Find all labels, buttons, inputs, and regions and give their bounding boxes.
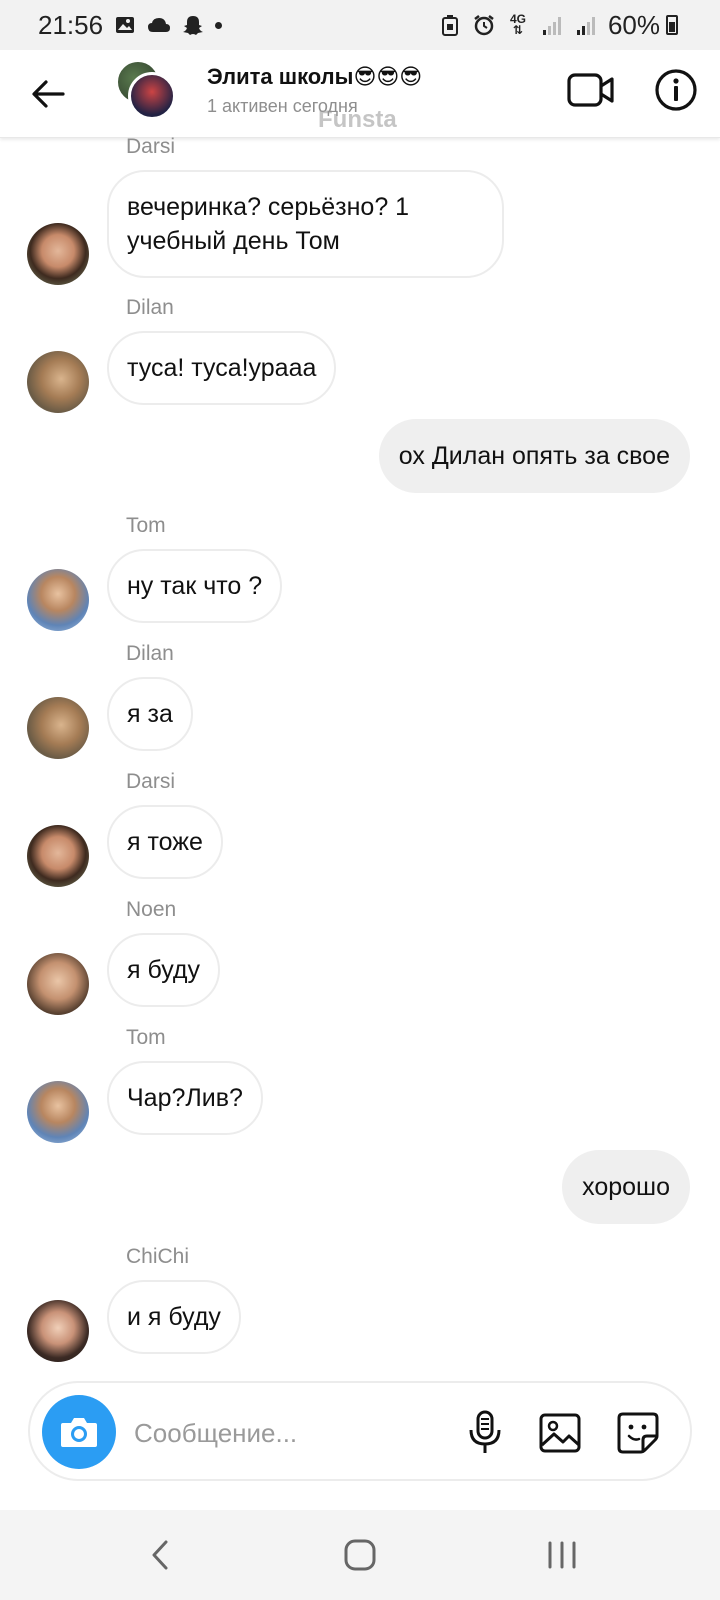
voice-message-button[interactable] xyxy=(460,1407,510,1459)
lock-battery-icon xyxy=(438,13,462,37)
battery-percent: 60% xyxy=(607,9,660,40)
video-camera-icon xyxy=(567,73,614,107)
incoming-message[interactable]: туса! туса!урааа xyxy=(107,331,337,405)
message-sender: Darsi xyxy=(126,770,176,793)
avatar[interactable] xyxy=(27,697,89,759)
avatar[interactable] xyxy=(27,351,89,413)
nav-home-button[interactable] xyxy=(330,1530,390,1580)
incoming-message[interactable]: вечеринка? серьёзно? 1 учебный день Том xyxy=(107,170,504,278)
battery-indicator: 60% xyxy=(608,10,678,41)
avatar[interactable] xyxy=(27,1300,89,1362)
avatar[interactable] xyxy=(27,953,89,1015)
status-bar-left: 21:56 xyxy=(38,9,223,41)
data-arrows-icon: ⇅ xyxy=(512,23,523,37)
outgoing-message[interactable]: хорошо xyxy=(562,1150,690,1224)
status-time: 21:56 xyxy=(38,9,104,40)
microphone-icon xyxy=(469,1410,501,1453)
message-sender: Darsi xyxy=(126,135,176,158)
chat-header: Элита школы😎😎😎 1 активен сегодня Funsta xyxy=(0,50,720,138)
video-call-button[interactable] xyxy=(566,68,616,112)
message-sender: Dilan xyxy=(126,642,174,665)
group-avatar[interactable] xyxy=(116,60,178,122)
image-icon xyxy=(539,1413,581,1453)
alarm-icon xyxy=(472,13,496,37)
incoming-message[interactable]: я буду xyxy=(107,933,221,1007)
signal-strength-icon-2 xyxy=(574,13,598,37)
info-icon xyxy=(655,69,697,111)
arrow-left-icon xyxy=(32,80,65,108)
avatar[interactable] xyxy=(27,223,89,285)
info-button[interactable] xyxy=(652,66,700,114)
chevron-left-icon xyxy=(152,1540,168,1570)
battery-icon xyxy=(666,15,678,35)
avatar[interactable] xyxy=(27,569,89,631)
message-composer xyxy=(28,1381,692,1481)
snapchat-icon xyxy=(181,13,205,37)
outgoing-message[interactable]: ох Дилан опять за свое xyxy=(378,419,690,493)
incoming-message[interactable]: Чар?Лив? xyxy=(107,1061,263,1135)
status-bar-right: 4G ⇅ 60% xyxy=(438,10,678,41)
group-title[interactable]: Элита школы😎😎😎 xyxy=(207,64,422,90)
message-sender: Tom xyxy=(126,514,166,537)
group-avatar-front xyxy=(128,72,176,120)
gallery-button[interactable] xyxy=(534,1407,586,1459)
system-navigation-bar xyxy=(0,1510,720,1600)
back-button[interactable] xyxy=(26,72,70,116)
incoming-message[interactable]: и я буду xyxy=(107,1280,241,1354)
gallery-notification-icon xyxy=(113,13,137,37)
more-notifications-dot xyxy=(215,21,223,29)
message-sender: Tom xyxy=(126,1026,166,1049)
recents-icon xyxy=(548,1541,576,1569)
network-type-icon: 4G ⇅ xyxy=(506,13,530,37)
message-input[interactable] xyxy=(134,1411,444,1455)
cloud-icon xyxy=(147,13,171,37)
sticker-button[interactable] xyxy=(612,1407,664,1459)
incoming-message[interactable]: ну так что ? xyxy=(107,549,283,623)
avatar[interactable] xyxy=(27,825,89,887)
message-sender: Noen xyxy=(126,898,177,921)
camera-icon xyxy=(61,1418,97,1447)
avatar[interactable] xyxy=(27,1081,89,1143)
message-sender: Dilan xyxy=(126,296,174,319)
message-sender: ChiChi xyxy=(126,1245,190,1268)
camera-button[interactable] xyxy=(42,1395,116,1469)
sticker-icon xyxy=(617,1412,659,1454)
signal-strength-icon-1 xyxy=(540,13,564,37)
status-bar: 21:56 4G ⇅ 60% xyxy=(0,0,720,50)
incoming-message[interactable]: я за xyxy=(107,677,193,751)
watermark: Funsta xyxy=(318,106,397,133)
nav-recents-button[interactable] xyxy=(532,1530,592,1580)
incoming-message[interactable]: я тоже xyxy=(107,805,223,879)
nav-back-button[interactable] xyxy=(130,1530,190,1580)
home-icon xyxy=(344,1539,376,1571)
